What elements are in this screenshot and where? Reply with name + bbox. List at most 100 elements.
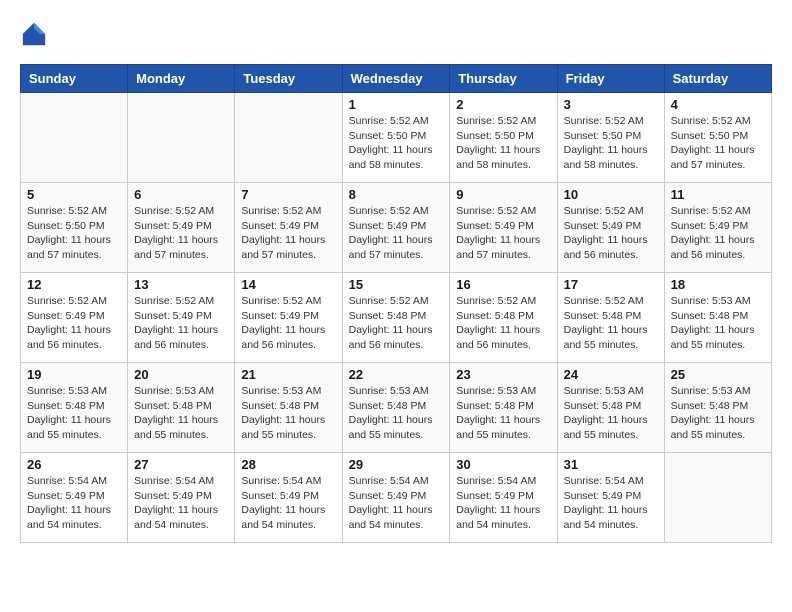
calendar-day-cell	[21, 93, 128, 183]
day-info: Sunrise: 5:52 AM Sunset: 5:48 PM Dayligh…	[564, 294, 658, 353]
weekday-header-cell: Thursday	[450, 65, 557, 93]
weekday-header-row: SundayMondayTuesdayWednesdayThursdayFrid…	[21, 65, 772, 93]
calendar-table: SundayMondayTuesdayWednesdayThursdayFrid…	[20, 64, 772, 543]
weekday-header-cell: Tuesday	[235, 65, 342, 93]
calendar-day-cell: 26 Sunrise: 5:54 AM Sunset: 5:49 PM Dayli…	[21, 453, 128, 543]
page-header	[20, 20, 772, 48]
calendar-day-cell: 14 Sunrise: 5:52 AM Sunset: 5:49 PM Dayli…	[235, 273, 342, 363]
day-number: 16	[456, 277, 550, 292]
day-number: 3	[564, 97, 658, 112]
logo	[20, 20, 52, 48]
calendar-day-cell: 19 Sunrise: 5:53 AM Sunset: 5:48 PM Dayli…	[21, 363, 128, 453]
day-info: Sunrise: 5:52 AM Sunset: 5:49 PM Dayligh…	[241, 294, 335, 353]
day-number: 26	[27, 457, 121, 472]
day-number: 14	[241, 277, 335, 292]
day-info: Sunrise: 5:52 AM Sunset: 5:49 PM Dayligh…	[27, 294, 121, 353]
calendar-day-cell: 10 Sunrise: 5:52 AM Sunset: 5:49 PM Dayli…	[557, 183, 664, 273]
day-number: 31	[564, 457, 658, 472]
day-info: Sunrise: 5:52 AM Sunset: 5:49 PM Dayligh…	[456, 204, 550, 263]
day-info: Sunrise: 5:52 AM Sunset: 5:49 PM Dayligh…	[349, 204, 444, 263]
day-info: Sunrise: 5:54 AM Sunset: 5:49 PM Dayligh…	[27, 474, 121, 533]
day-number: 28	[241, 457, 335, 472]
day-info: Sunrise: 5:54 AM Sunset: 5:49 PM Dayligh…	[564, 474, 658, 533]
day-number: 2	[456, 97, 550, 112]
day-number: 11	[671, 187, 765, 202]
calendar-week-row: 12Sunrise: 5:52 AM Sunset: 5:49 PM Dayli…	[21, 273, 772, 363]
day-number: 30	[456, 457, 550, 472]
day-number: 15	[349, 277, 444, 292]
day-info: Sunrise: 5:52 AM Sunset: 5:49 PM Dayligh…	[241, 204, 335, 263]
day-info: Sunrise: 5:52 AM Sunset: 5:49 PM Dayligh…	[671, 204, 765, 263]
calendar-day-cell: 15 Sunrise: 5:52 AM Sunset: 5:48 PM Dayli…	[342, 273, 450, 363]
calendar-week-row: 5 Sunrise: 5:52 AM Sunset: 5:50 PM Daylig…	[21, 183, 772, 273]
calendar-day-cell: 28 Sunrise: 5:54 AM Sunset: 5:49 PM Dayli…	[235, 453, 342, 543]
day-number: 5	[27, 187, 121, 202]
calendar-day-cell: 12Sunrise: 5:52 AM Sunset: 5:49 PM Dayli…	[21, 273, 128, 363]
calendar-day-cell: 16 Sunrise: 5:52 AM Sunset: 5:48 PM Dayli…	[450, 273, 557, 363]
day-number: 25	[671, 367, 765, 382]
logo-icon	[20, 20, 48, 48]
calendar-day-cell: 30Sunrise: 5:54 AM Sunset: 5:49 PM Dayli…	[450, 453, 557, 543]
day-info: Sunrise: 5:52 AM Sunset: 5:48 PM Dayligh…	[456, 294, 550, 353]
day-info: Sunrise: 5:53 AM Sunset: 5:48 PM Dayligh…	[671, 384, 765, 443]
day-info: Sunrise: 5:52 AM Sunset: 5:49 PM Dayligh…	[134, 204, 228, 263]
day-info: Sunrise: 5:52 AM Sunset: 5:50 PM Dayligh…	[671, 114, 765, 173]
day-info: Sunrise: 5:52 AM Sunset: 5:50 PM Dayligh…	[564, 114, 658, 173]
day-number: 17	[564, 277, 658, 292]
calendar-week-row: 1 Sunrise: 5:52 AM Sunset: 5:50 PM Daylig…	[21, 93, 772, 183]
day-info: Sunrise: 5:52 AM Sunset: 5:50 PM Dayligh…	[27, 204, 121, 263]
weekday-header-cell: Wednesday	[342, 65, 450, 93]
day-number: 7	[241, 187, 335, 202]
day-number: 24	[564, 367, 658, 382]
calendar-week-row: 26 Sunrise: 5:54 AM Sunset: 5:49 PM Dayli…	[21, 453, 772, 543]
day-number: 21	[241, 367, 335, 382]
day-number: 20	[134, 367, 228, 382]
day-info: Sunrise: 5:53 AM Sunset: 5:48 PM Dayligh…	[564, 384, 658, 443]
calendar-day-cell: 24 Sunrise: 5:53 AM Sunset: 5:48 PM Dayli…	[557, 363, 664, 453]
day-info: Sunrise: 5:54 AM Sunset: 5:49 PM Dayligh…	[349, 474, 444, 533]
day-info: Sunrise: 5:52 AM Sunset: 5:48 PM Dayligh…	[349, 294, 444, 353]
day-number: 1	[349, 97, 444, 112]
calendar-day-cell: 1 Sunrise: 5:52 AM Sunset: 5:50 PM Daylig…	[342, 93, 450, 183]
calendar-week-row: 19 Sunrise: 5:53 AM Sunset: 5:48 PM Dayli…	[21, 363, 772, 453]
day-number: 9	[456, 187, 550, 202]
day-info: Sunrise: 5:53 AM Sunset: 5:48 PM Dayligh…	[27, 384, 121, 443]
calendar-day-cell: 18 Sunrise: 5:53 AM Sunset: 5:48 PM Dayli…	[664, 273, 771, 363]
day-number: 19	[27, 367, 121, 382]
calendar-day-cell	[235, 93, 342, 183]
day-number: 4	[671, 97, 765, 112]
calendar-day-cell: 11 Sunrise: 5:52 AM Sunset: 5:49 PM Dayli…	[664, 183, 771, 273]
calendar-day-cell: 25 Sunrise: 5:53 AM Sunset: 5:48 PM Dayli…	[664, 363, 771, 453]
day-number: 27	[134, 457, 228, 472]
day-info: Sunrise: 5:54 AM Sunset: 5:49 PM Dayligh…	[134, 474, 228, 533]
day-number: 18	[671, 277, 765, 292]
day-info: Sunrise: 5:54 AM Sunset: 5:49 PM Dayligh…	[241, 474, 335, 533]
weekday-header-cell: Friday	[557, 65, 664, 93]
calendar-day-cell: 3 Sunrise: 5:52 AM Sunset: 5:50 PM Daylig…	[557, 93, 664, 183]
day-number: 10	[564, 187, 658, 202]
calendar-day-cell: 13Sunrise: 5:52 AM Sunset: 5:49 PM Dayli…	[128, 273, 235, 363]
day-number: 6	[134, 187, 228, 202]
calendar-day-cell: 31 Sunrise: 5:54 AM Sunset: 5:49 PM Dayli…	[557, 453, 664, 543]
day-number: 29	[349, 457, 444, 472]
calendar-day-cell: 6 Sunrise: 5:52 AM Sunset: 5:49 PM Daylig…	[128, 183, 235, 273]
weekday-header-cell: Monday	[128, 65, 235, 93]
calendar-day-cell: 22Sunrise: 5:53 AM Sunset: 5:48 PM Dayli…	[342, 363, 450, 453]
calendar-day-cell: 17 Sunrise: 5:52 AM Sunset: 5:48 PM Dayli…	[557, 273, 664, 363]
calendar-day-cell: 21Sunrise: 5:53 AM Sunset: 5:48 PM Dayli…	[235, 363, 342, 453]
day-info: Sunrise: 5:52 AM Sunset: 5:50 PM Dayligh…	[349, 114, 444, 173]
calendar-day-cell: 23Sunrise: 5:53 AM Sunset: 5:48 PM Dayli…	[450, 363, 557, 453]
calendar-day-cell: 27 Sunrise: 5:54 AM Sunset: 5:49 PM Dayli…	[128, 453, 235, 543]
calendar-day-cell	[128, 93, 235, 183]
day-info: Sunrise: 5:52 AM Sunset: 5:49 PM Dayligh…	[564, 204, 658, 263]
day-number: 8	[349, 187, 444, 202]
day-info: Sunrise: 5:53 AM Sunset: 5:48 PM Dayligh…	[134, 384, 228, 443]
day-number: 23	[456, 367, 550, 382]
calendar-day-cell: 5 Sunrise: 5:52 AM Sunset: 5:50 PM Daylig…	[21, 183, 128, 273]
weekday-header-cell: Saturday	[664, 65, 771, 93]
day-number: 22	[349, 367, 444, 382]
calendar-day-cell: 7 Sunrise: 5:52 AM Sunset: 5:49 PM Daylig…	[235, 183, 342, 273]
day-info: Sunrise: 5:52 AM Sunset: 5:49 PM Dayligh…	[134, 294, 228, 353]
calendar-day-cell: 9 Sunrise: 5:52 AM Sunset: 5:49 PM Daylig…	[450, 183, 557, 273]
day-info: Sunrise: 5:53 AM Sunset: 5:48 PM Dayligh…	[671, 294, 765, 353]
